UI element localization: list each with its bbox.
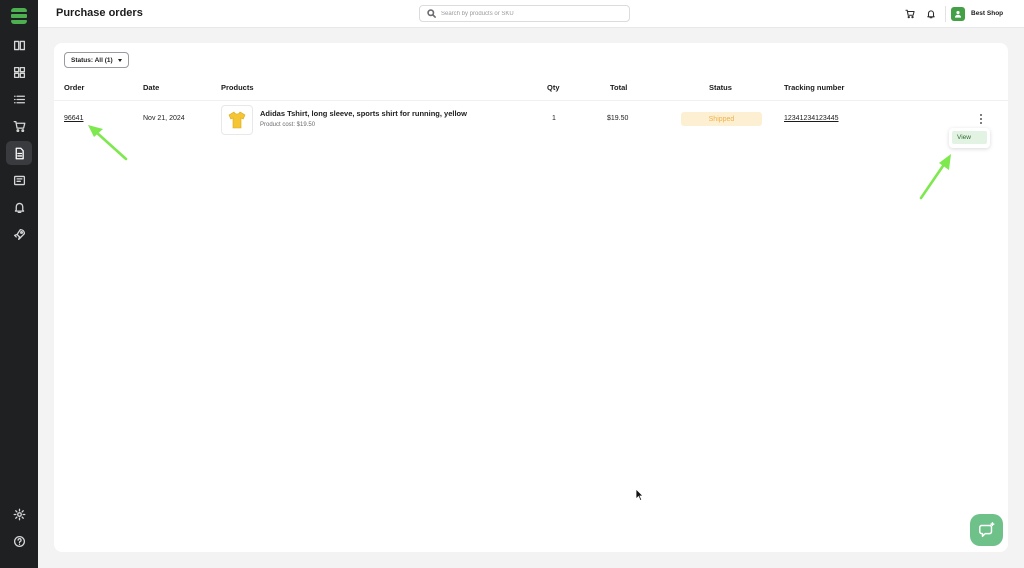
document-icon (15, 147, 24, 159)
column-header-qty[interactable]: Qty (547, 83, 560, 92)
kebab-dot (980, 114, 982, 116)
status-filter-dropdown[interactable]: Status: All (1) (64, 52, 129, 68)
wallet-icon (13, 175, 25, 185)
column-header-total[interactable]: Total (610, 83, 627, 92)
sidebar-item-list[interactable] (6, 87, 32, 111)
kebab-dot (980, 118, 982, 120)
catalog-icon (13, 40, 25, 50)
sidebar-item-settings[interactable] (6, 502, 32, 526)
view-menu-item[interactable]: View (952, 131, 987, 144)
cart-icon (905, 9, 915, 19)
list-icon (13, 95, 25, 103)
shop-avatar (951, 6, 965, 21)
rocket-icon (13, 228, 25, 240)
sidebar-item-launch[interactable] (6, 222, 32, 246)
product-name: Adidas Tshirt, long sleeve, sports shirt… (260, 109, 467, 118)
row-actions-button[interactable] (976, 112, 986, 126)
search-box[interactable] (419, 5, 630, 22)
column-header-status[interactable]: Status (709, 83, 732, 92)
order-total: $19.50 (607, 115, 629, 122)
sidebar-item-catalog[interactable] (6, 33, 32, 57)
cart-icon (13, 120, 25, 132)
shop-name: Best Shop (971, 10, 1004, 17)
sidebar (0, 0, 38, 568)
order-qty: 1 (552, 115, 556, 122)
sidebar-item-notifications[interactable] (6, 195, 32, 219)
chat-icon (978, 522, 994, 538)
bell-icon (14, 202, 24, 213)
settings-icon (13, 508, 25, 520)
header-divider (945, 6, 946, 22)
chat-support-button[interactable] (970, 514, 1003, 546)
order-date: Nov 21, 2024 (143, 115, 185, 122)
search-icon (427, 9, 436, 18)
header-notifications-button[interactable] (923, 6, 939, 22)
column-header-products[interactable]: Products (221, 83, 254, 92)
status-filter-label: Status: All (1) (71, 56, 113, 64)
mouse-cursor-icon (635, 488, 644, 502)
order-number-link[interactable]: 96641 (64, 115, 83, 122)
table-row (54, 100, 1008, 138)
header-cart-button[interactable] (902, 6, 918, 22)
status-badge: Shipped (681, 112, 762, 126)
tshirt-icon (228, 111, 246, 129)
kebab-dot (980, 122, 982, 124)
row-actions-menu: View (949, 128, 990, 148)
shop-switcher[interactable]: Best Shop (951, 5, 1003, 22)
sidebar-item-wallet[interactable] (6, 168, 32, 192)
chevron-down-icon (117, 58, 122, 62)
column-header-tracking[interactable]: Tracking number (784, 83, 844, 92)
sidebar-item-help[interactable] (6, 529, 32, 553)
app-logo[interactable] (11, 8, 27, 24)
help-icon (13, 535, 25, 547)
product-thumbnail[interactable] (221, 105, 253, 135)
page-title: Purchase orders (56, 7, 143, 19)
search-input[interactable] (441, 10, 621, 17)
sidebar-item-purchase-orders[interactable] (6, 141, 32, 165)
top-header: Purchase orders Best Shop (38, 0, 1024, 28)
sidebar-item-cart[interactable] (6, 114, 32, 138)
sidebar-item-dashboard[interactable] (6, 60, 32, 84)
tracking-number-link[interactable]: 12341234123445 (784, 115, 839, 122)
orders-card: Status: All (1) Order Date Products Qty … (54, 43, 1008, 552)
grid-icon (13, 66, 25, 78)
column-header-order[interactable]: Order (64, 83, 84, 92)
product-cost: Product cost: $19.50 (260, 122, 316, 128)
user-icon (954, 10, 962, 18)
column-header-date[interactable]: Date (143, 83, 159, 92)
bell-icon (927, 10, 935, 19)
